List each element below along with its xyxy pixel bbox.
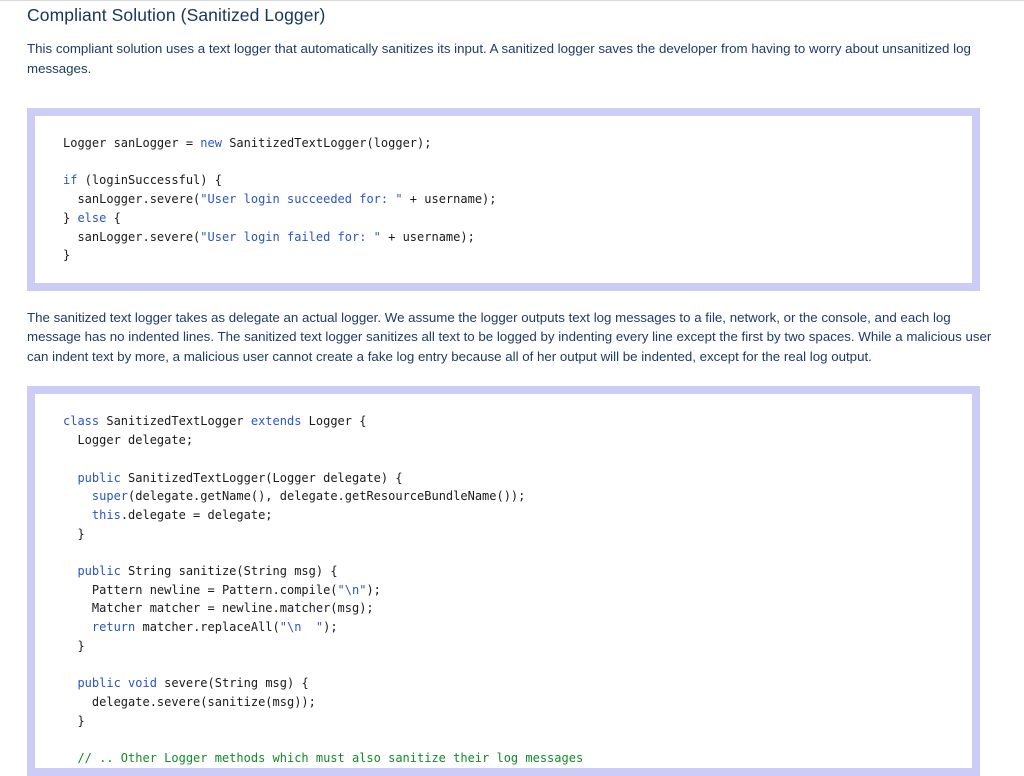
code-token-pln: Matcher matcher = newline.matcher(msg); [63, 601, 374, 615]
code-token-pln: { [106, 211, 120, 225]
code-token-pln [121, 676, 128, 690]
code-token-pln: SanitizedTextLogger [99, 414, 251, 428]
code-token-kw: if [63, 173, 77, 187]
code-token-pln: } [63, 714, 85, 728]
code-token-pln [63, 676, 77, 690]
code-block-compliant-usage: Logger sanLogger = new SanitizedTextLogg… [27, 108, 980, 291]
code-token-kw: this [92, 508, 121, 522]
code-token-pln: } [63, 248, 70, 262]
explanation-paragraph: The sanitized text logger takes as deleg… [27, 291, 1002, 367]
code-token-pln [63, 564, 77, 578]
page-top-divider [0, 0, 1024, 1]
code-token-kw: return [92, 620, 135, 634]
code-token-kw: else [77, 211, 106, 225]
code-token-pln: severe(String msg) { [157, 676, 309, 690]
code-token-kw: super [92, 489, 128, 503]
code-content-compliant-usage[interactable]: Logger sanLogger = new SanitizedTextLogg… [63, 134, 972, 265]
code-token-pln: delegate.severe(sanitize(msg)); [63, 695, 316, 709]
code-token-pln: sanLogger.severe( [63, 192, 200, 206]
code-token-pln: } [63, 527, 85, 541]
code-token-cmt: // .. Other Logger methods which must al… [63, 751, 583, 765]
code-token-pln: String sanitize(String msg) { [121, 564, 338, 578]
page-title: Compliant Solution (Sanitized Logger) [27, 0, 1002, 26]
code-token-kw: new [200, 136, 222, 150]
code-block-sanitized-text-logger: class SanitizedTextLogger extends Logger… [27, 386, 980, 775]
code-token-pln: matcher.replaceAll( [135, 620, 280, 634]
code-token-kw: class [63, 414, 99, 428]
code-token-str: "User login succeeded for: " [200, 192, 402, 206]
code-token-pln: ); [323, 620, 337, 634]
code-token-pln: } [63, 639, 85, 653]
code-token-pln: + username); [381, 230, 475, 244]
code-token-kw: void [128, 676, 157, 690]
code-token-kw: extends [251, 414, 302, 428]
code-token-pln: Pattern newline = Pattern.compile( [63, 583, 338, 597]
code-token-pln: .delegate = delegate; [121, 508, 273, 522]
code-token-pln: } [63, 211, 77, 225]
code-inner-surface: Logger sanLogger = new SanitizedTextLogg… [35, 116, 972, 283]
code-token-pln: (delegate.getName(), delegate.getResourc… [128, 489, 525, 503]
code-token-pln: ); [366, 583, 380, 597]
code-token-pln [63, 620, 92, 634]
code-token-pln: Logger { [301, 414, 366, 428]
code-token-kw: public [77, 471, 120, 485]
code-inner-surface: class SanitizedTextLogger extends Logger… [35, 394, 972, 767]
code-token-pln: sanLogger.severe( [63, 230, 200, 244]
intro-paragraph: This compliant solution uses a text logg… [27, 26, 1002, 78]
code-token-pln [63, 471, 77, 485]
code-token-pln: Logger sanLogger = [63, 136, 200, 150]
code-token-str: "\n " [280, 620, 323, 634]
document-page: Compliant Solution (Sanitized Logger) Th… [0, 0, 1024, 776]
code-token-str: "User login failed for: " [200, 230, 381, 244]
code-token-str: "\n" [338, 583, 367, 597]
code-token-pln: SanitizedTextLogger(Logger delegate) { [121, 471, 403, 485]
code-token-kw: public [77, 564, 120, 578]
code-token-kw: public [77, 676, 120, 690]
code-token-pln: + username); [403, 192, 497, 206]
code-token-pln: SanitizedTextLogger(logger); [222, 136, 432, 150]
code-token-pln: (loginSuccessful) { [77, 173, 222, 187]
code-content-sanitized-text-logger[interactable]: class SanitizedTextLogger extends Logger… [63, 412, 972, 767]
code-token-pln [63, 508, 92, 522]
code-token-pln [63, 489, 92, 503]
code-token-pln: Logger delegate; [63, 433, 193, 447]
